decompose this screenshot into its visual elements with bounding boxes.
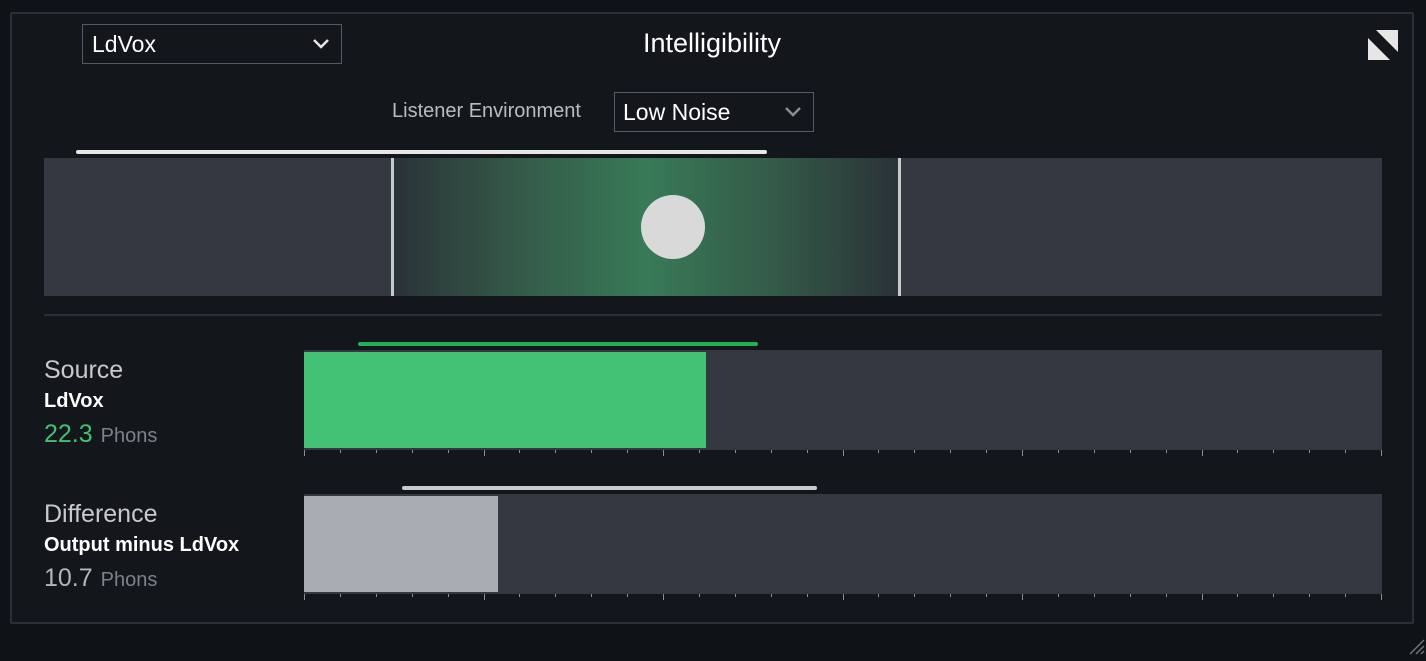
- meter-tick: [483, 594, 485, 600]
- source-value: 22.3: [44, 420, 93, 448]
- meter-tick: [914, 594, 916, 597]
- meter-tick: [1165, 450, 1167, 453]
- meter-tick: [1165, 594, 1167, 597]
- meter-tick: [1201, 594, 1203, 600]
- meter-tick: [950, 594, 952, 597]
- source-meter-ticks: [304, 450, 1382, 458]
- meter-tick: [1057, 594, 1059, 597]
- listener-environment-select[interactable]: Low Noise: [614, 92, 814, 132]
- difference-value-group: 10.7 Phons: [44, 564, 157, 593]
- meter-tick: [627, 450, 629, 453]
- meter-tick: [1093, 450, 1095, 453]
- meter-tick: [878, 450, 880, 453]
- meter-tick: [483, 450, 485, 456]
- meter-tick: [1273, 450, 1275, 453]
- meter-tick: [375, 594, 377, 597]
- meter-tick: [770, 450, 772, 453]
- source-value-group: 22.3 Phons: [44, 420, 157, 449]
- meter-tick: [519, 450, 521, 453]
- meter-tick: [986, 594, 988, 597]
- meter-tick: [1129, 594, 1131, 597]
- meter-tick: [591, 450, 593, 453]
- meter-tick: [591, 594, 593, 597]
- meter-tick: [914, 450, 916, 453]
- model-select-value: LdVox: [92, 30, 156, 57]
- difference-meter-ticks: [304, 594, 1382, 602]
- resize-grip-icon[interactable]: [1404, 632, 1426, 656]
- meter-tick: [411, 594, 413, 597]
- meter-tick: [627, 594, 629, 597]
- meter-tick: [806, 594, 808, 597]
- difference-meter-fill: [304, 496, 499, 592]
- meter-tick: [1309, 594, 1311, 597]
- meter-tick: [842, 594, 844, 600]
- source-meter-fill: [304, 352, 707, 448]
- panel-title: Intelligibility: [642, 28, 782, 58]
- source-unit: Phons: [100, 425, 158, 447]
- difference-unit: Phons: [100, 569, 158, 591]
- meter-tick: [555, 450, 557, 453]
- meter-tick: [842, 450, 844, 456]
- meter-tick: [1309, 450, 1311, 453]
- meter-tick: [555, 594, 557, 597]
- meter-tick: [663, 450, 664, 456]
- meter-tick: [1273, 594, 1275, 597]
- meter-tick: [950, 450, 952, 453]
- source-subtitle: LdVox: [44, 390, 104, 412]
- meter-tick: [878, 594, 880, 597]
- meter-tick: [375, 450, 377, 453]
- meter-tick: [304, 450, 305, 456]
- chevron-down-icon: [779, 93, 807, 131]
- meter-tick: [986, 450, 988, 453]
- meter-tick: [1201, 450, 1203, 456]
- meter-tick: [1381, 594, 1382, 600]
- zone-left-boundary[interactable]: [390, 158, 394, 296]
- chevron-down-icon: [307, 25, 335, 63]
- meter-tick: [1129, 450, 1131, 453]
- meter-tick: [1022, 450, 1023, 456]
- meter-tick: [1345, 594, 1347, 597]
- meter-tick: [411, 450, 413, 453]
- difference-value: 10.7: [44, 564, 93, 592]
- meter-tick: [1237, 450, 1239, 453]
- model-select[interactable]: LdVox: [82, 24, 342, 64]
- difference-title: Difference: [44, 500, 158, 528]
- meter-tick: [1057, 450, 1059, 453]
- meter-tick: [734, 594, 736, 597]
- divider: [44, 314, 1382, 316]
- difference-subtitle: Output minus LdVox: [44, 534, 240, 556]
- meter-tick: [339, 450, 341, 453]
- meter-tick: [806, 450, 808, 453]
- meter-tick: [1022, 594, 1023, 600]
- meter-tick: [1345, 450, 1347, 453]
- meter-tick: [698, 450, 700, 453]
- meter-tick: [1093, 594, 1095, 597]
- meter-tick: [1237, 594, 1239, 597]
- difference-range-line: [402, 486, 818, 490]
- meter-tick: [698, 594, 700, 597]
- meter-tick: [304, 594, 305, 600]
- meter-tick: [447, 594, 449, 597]
- position-marker[interactable]: [640, 195, 705, 259]
- meter-tick: [519, 594, 521, 597]
- meter-tick: [663, 594, 664, 600]
- source-title: Source: [44, 356, 124, 384]
- source-range-line: [357, 342, 758, 346]
- meter-tick: [1381, 450, 1382, 456]
- listener-environment-label: Listener Environment: [392, 100, 581, 122]
- listener-environment-value: Low Noise: [623, 98, 731, 125]
- meter-tick: [339, 594, 341, 597]
- zone-right-boundary[interactable]: [898, 158, 902, 296]
- expand-icon[interactable]: [1368, 30, 1398, 60]
- meter-tick: [734, 450, 736, 453]
- meter-tick: [447, 450, 449, 453]
- meter-tick: [770, 594, 772, 597]
- position-range-line: [76, 150, 767, 154]
